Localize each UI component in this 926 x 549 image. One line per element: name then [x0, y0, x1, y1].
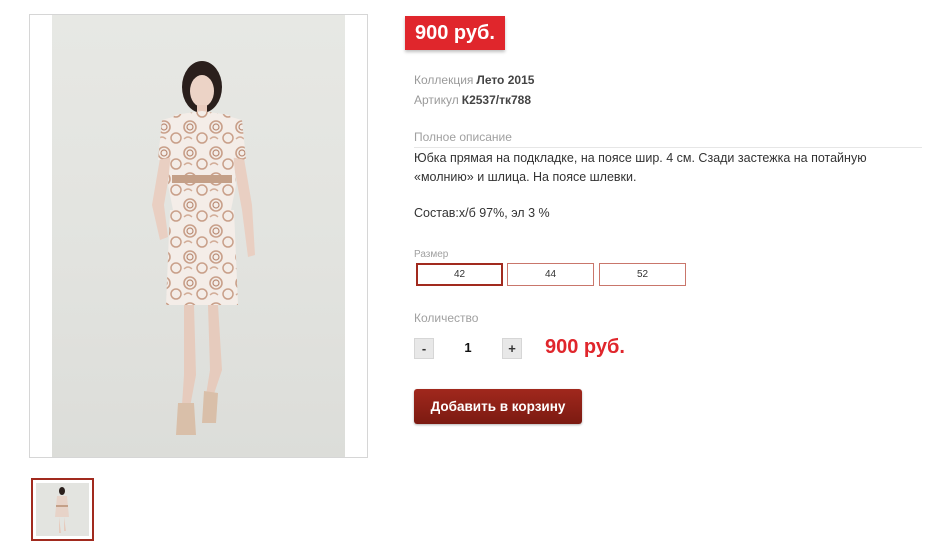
quantity-plus-button[interactable]: + [502, 338, 522, 359]
size-label: Размер [414, 249, 449, 260]
collection-value: Лето 2015 [476, 73, 535, 87]
description-text: Юбка прямая на подкладке, на поясе шир. … [414, 151, 867, 184]
product-photo [52, 15, 345, 457]
collection-row: Коллекция Лето 2015 [414, 73, 534, 87]
thumbnail-photo [36, 483, 89, 536]
article-label: Артикул [414, 93, 459, 107]
size-option-44[interactable]: 44 [507, 263, 594, 286]
thumbnail-selected[interactable] [31, 478, 94, 541]
quantity-label: Количество [414, 311, 479, 325]
article-value: К2537/тк788 [461, 93, 532, 107]
composition-text: Состав:х/б 97%, эл 3 % [414, 206, 550, 220]
article-row: Артикул К2537/тк788 [414, 93, 531, 107]
description-title: Полное описание [414, 130, 922, 148]
add-to-cart-button[interactable]: Добавить в корзину [414, 389, 582, 424]
quantity-minus-button[interactable]: - [414, 338, 434, 359]
total-price: 900 руб. [545, 336, 625, 358]
size-option-52[interactable]: 52 [599, 263, 686, 286]
collection-label: Коллекция [414, 73, 474, 87]
main-product-image[interactable] [29, 14, 368, 458]
quantity-value[interactable]: 1 [456, 340, 480, 355]
price-badge: 900 руб. [405, 16, 505, 50]
size-option-42[interactable]: 42 [416, 263, 503, 286]
